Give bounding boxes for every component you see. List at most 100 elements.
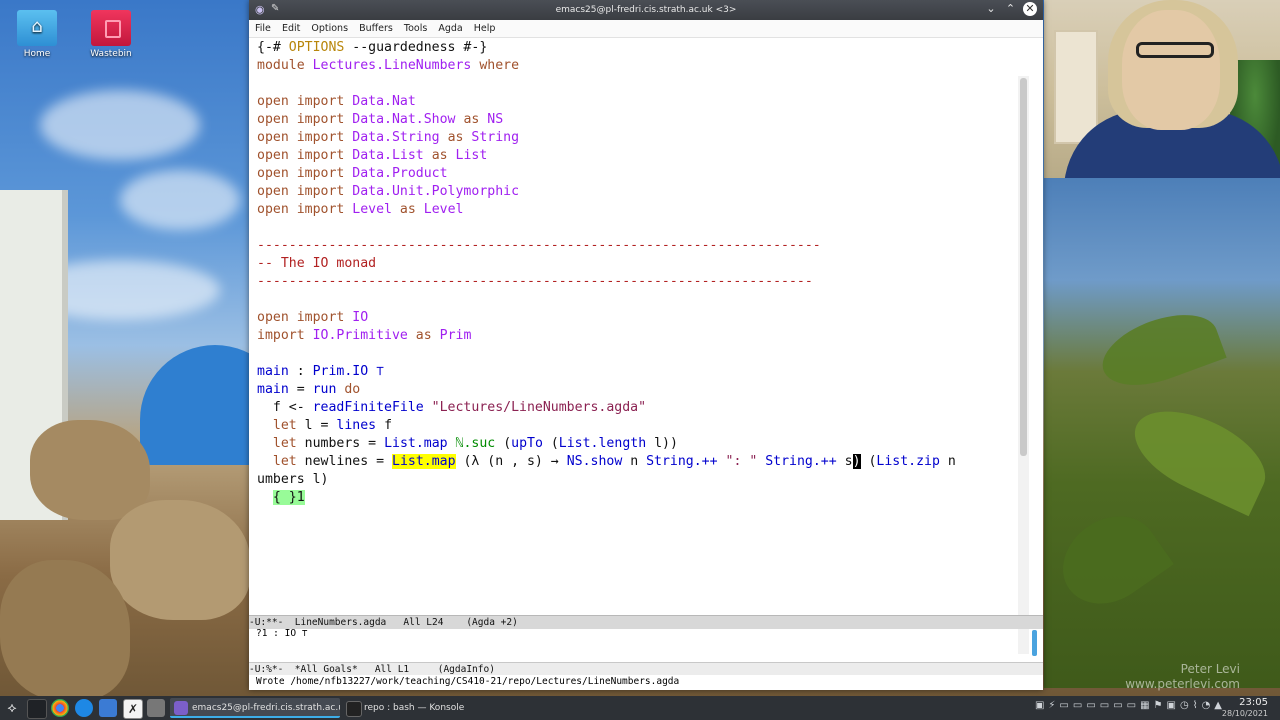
- code-line[interactable]: main : Prim.IO ⊤: [257, 363, 384, 381]
- code-token: String: [471, 130, 520, 145]
- code-line[interactable]: f <- readFiniteFile "Lectures/LineNumber…: [257, 399, 646, 417]
- code-token: numbers =: [296, 436, 385, 451]
- menu-file[interactable]: File: [255, 20, 271, 37]
- code-token: String.++: [646, 454, 718, 469]
- code-token: f <-: [257, 400, 313, 415]
- code-token: "Lectures/LineNumbers.agda": [423, 400, 647, 415]
- code-token: open import: [257, 148, 353, 163]
- code-token: List.map: [392, 454, 456, 469]
- menu-buffers[interactable]: Buffers: [359, 20, 393, 37]
- emacs-window[interactable]: ◉ ✎ emacs25@pl-fredri.cis.strath.ac.uk <…: [249, 0, 1043, 690]
- goals-buffer[interactable]: ?1 : IO ⊤: [249, 628, 1043, 662]
- code-token: main: [257, 382, 289, 397]
- code-token: l =: [296, 418, 337, 433]
- code-token: OPTIONS: [288, 40, 345, 55]
- code-line[interactable]: module Lectures.LineNumbers where: [257, 57, 519, 75]
- code-token: open import: [257, 310, 353, 325]
- menu-tools[interactable]: Tools: [404, 20, 427, 37]
- code-token: ℕ.suc: [455, 436, 496, 451]
- menu-agda[interactable]: Agda: [438, 20, 462, 37]
- code-token: (: [542, 436, 559, 451]
- code-token: let: [272, 454, 297, 469]
- task-konsole[interactable]: repo : bash — Konsole: [342, 698, 512, 718]
- menu-edit[interactable]: Edit: [282, 20, 300, 37]
- code-line[interactable]: { }1: [257, 489, 305, 507]
- code-line[interactable]: let l = lines f: [257, 417, 392, 435]
- code-line[interactable]: {-# OPTIONS --guardedness #-}: [257, 39, 487, 57]
- goals-scrollbar[interactable]: [1032, 630, 1037, 656]
- system-tray[interactable]: ▣⚡▭▭▭▭▭▭▦⚑▣◷⌇◔▲: [1035, 700, 1226, 711]
- code-token: {-#: [257, 40, 289, 55]
- code-token: Prim.IO: [312, 364, 369, 379]
- bg-rock: [30, 420, 150, 520]
- editor-scrollbar-thumb[interactable]: [1020, 78, 1027, 456]
- code-editor[interactable]: {-# OPTIONS --guardedness #-} module Lect…: [249, 38, 1029, 654]
- code-line[interactable]: open import Data.String as String: [257, 129, 519, 147]
- code-token: List.zip: [876, 454, 940, 469]
- code-token: do: [336, 382, 361, 397]
- terminal-icon[interactable]: [27, 699, 47, 719]
- maximize-icon[interactable]: ⌃: [1004, 2, 1018, 15]
- code-token: :: [288, 364, 313, 379]
- app-launcher-icon[interactable]: ⟡: [3, 699, 21, 717]
- code-token: lines: [336, 418, 377, 433]
- code-token: open import: [257, 166, 353, 181]
- code-line[interactable]: let newlines = List.map (λ (n , s) → NS.…: [257, 453, 956, 471]
- chevron-down-icon[interactable]: ⌄: [984, 2, 998, 15]
- close-icon[interactable]: ✕: [1023, 2, 1037, 16]
- task-emacs[interactable]: emacs25@pl-fredri.cis.strath.ac.uk...: [170, 698, 340, 718]
- menu-options[interactable]: Options: [311, 20, 348, 37]
- code-line[interactable]: import IO.Primitive as Prim: [257, 327, 471, 345]
- code-line[interactable]: open import Level as Level: [257, 201, 463, 219]
- desktop-icon-home[interactable]: Home: [7, 10, 67, 59]
- desktop-icon-wastebin[interactable]: Wastebin: [81, 10, 141, 59]
- code-token: run: [312, 382, 337, 397]
- code-token: as: [455, 112, 488, 127]
- code-line[interactable]: let numbers = List.map ℕ.suc (upTo (List…: [257, 435, 678, 453]
- code-token: upTo: [511, 436, 543, 451]
- file-manager-icon[interactable]: [99, 699, 117, 717]
- bg-rock: [110, 500, 250, 620]
- menu-help[interactable]: Help: [474, 20, 496, 37]
- code-token: s: [836, 454, 853, 469]
- code-token: readFiniteFile: [312, 400, 424, 415]
- echo-area: Wrote /home/nfb13227/work/teaching/CS410…: [249, 675, 1043, 690]
- chrome-icon[interactable]: [51, 699, 69, 717]
- code-token: ----------------------------------------…: [257, 274, 813, 289]
- code-line[interactable]: -- The IO monad: [257, 255, 376, 273]
- code-token: Data.Unit.Polymorphic: [352, 184, 520, 199]
- wastebin-icon: [91, 10, 131, 46]
- thunderbird-icon[interactable]: [75, 699, 93, 717]
- code-token: Data.Product: [352, 166, 448, 181]
- menubar: File Edit Options Buffers Tools Agda Hel…: [249, 20, 1043, 38]
- task-label: emacs25@pl-fredri.cis.strath.ac.uk...: [192, 703, 340, 713]
- code-token: where: [471, 58, 520, 73]
- code-token: import: [257, 328, 313, 343]
- code-token: Data.String: [352, 130, 440, 145]
- clock[interactable]: 23:05 28/10/2021: [1222, 697, 1268, 719]
- code-line[interactable]: ----------------------------------------…: [257, 237, 821, 255]
- window-icon[interactable]: [147, 699, 165, 717]
- webcam-overlay: [1044, 0, 1280, 178]
- window-titlebar[interactable]: ◉ ✎ emacs25@pl-fredri.cis.strath.ac.uk <…: [249, 0, 1043, 20]
- code-line[interactable]: open import Data.Nat.Show as NS: [257, 111, 503, 129]
- code-line[interactable]: main = run do: [257, 381, 360, 399]
- code-line[interactable]: open import Data.Nat: [257, 93, 416, 111]
- code-line[interactable]: open import Data.List as List: [257, 147, 487, 165]
- code-line[interactable]: open import Data.Unit.Polymorphic: [257, 183, 519, 201]
- latex-editor-icon[interactable]: ✗: [123, 699, 143, 719]
- code-token: List.map: [384, 436, 448, 451]
- modeline-main: -U:**- LineNumbers.agda All L24 (Agda +2…: [249, 615, 1043, 629]
- clock-time: 23:05: [1239, 697, 1268, 708]
- code-line[interactable]: open import Data.Product: [257, 165, 448, 183]
- code-line[interactable]: open import IO: [257, 309, 368, 327]
- code-line[interactable]: ----------------------------------------…: [257, 273, 813, 291]
- code-token: umbers l): [257, 472, 329, 487]
- code-token: ----------------------------------------…: [257, 238, 821, 253]
- code-line[interactable]: umbers l): [257, 471, 328, 489]
- code-token: List.length: [558, 436, 647, 451]
